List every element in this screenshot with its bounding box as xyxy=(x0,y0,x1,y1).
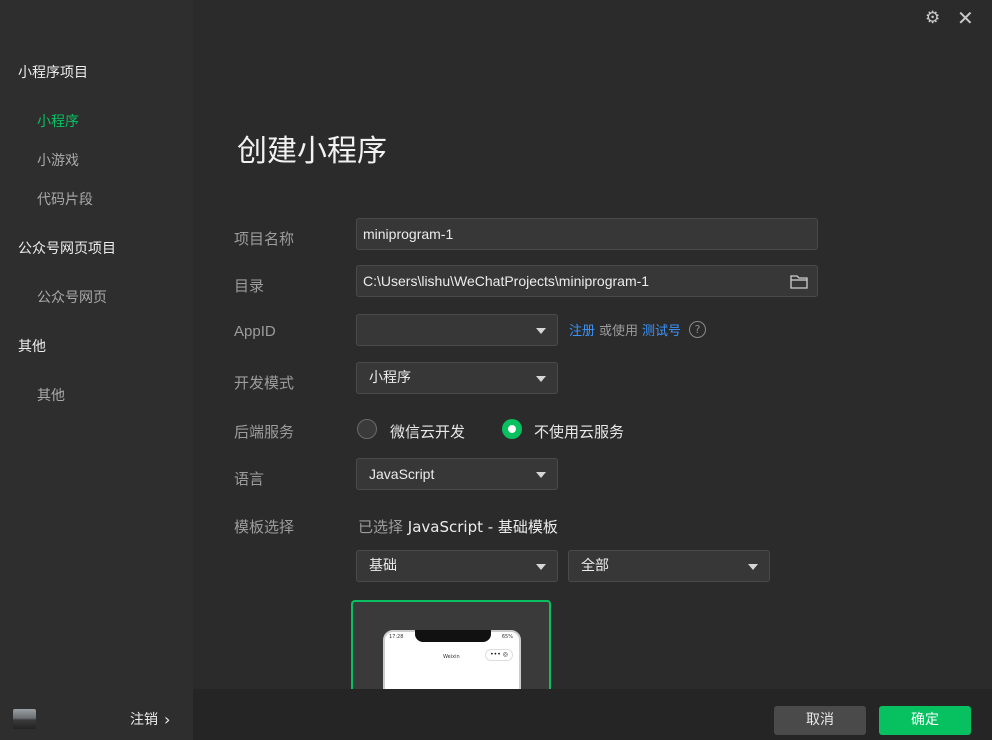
sidebar-item-other[interactable]: 其他 xyxy=(37,385,65,405)
sidebar-item-official-webpage[interactable]: 公众号网页 xyxy=(37,287,107,307)
main-panel: ⚙ ✕ 创建小程序 项目名称 miniprogram-1 目录 C:\Users… xyxy=(193,0,992,740)
chevron-down-icon xyxy=(536,564,546,570)
sidebar-group-miniprogram-projects: 小程序项目 xyxy=(18,65,88,81)
phone-battery: 65% xyxy=(501,634,513,640)
cancel-button[interactable]: 取消 xyxy=(774,706,866,735)
radio-no-cloud[interactable] xyxy=(502,419,522,439)
directory-input[interactable]: C:\Users\lishu\WeChatProjects\miniprogra… xyxy=(356,265,818,297)
settings-gear-icon[interactable]: ⚙ xyxy=(925,8,940,28)
template-selected-text: 已选择 JavaScript - 基础模板 xyxy=(358,516,558,537)
dev-mode-label: 开发模式 xyxy=(234,374,295,392)
chevron-down-icon xyxy=(536,472,546,478)
close-icon[interactable]: ✕ xyxy=(957,8,974,28)
sidebar-item-code-snippet[interactable]: 代码片段 xyxy=(37,189,93,209)
chevron-right-icon: › xyxy=(164,709,171,729)
sidebar-item-minigame[interactable]: 小游戏 xyxy=(37,150,79,170)
chevron-down-icon xyxy=(536,328,546,334)
logout-label: 注销 xyxy=(130,712,158,728)
template-filter-select[interactable]: 全部 xyxy=(568,550,770,582)
template-selected-value: JavaScript - 基础模板 xyxy=(407,518,558,536)
confirm-button[interactable]: 确定 xyxy=(879,706,971,735)
dev-mode-select[interactable]: 小程序 xyxy=(356,362,558,394)
chevron-down-icon xyxy=(536,376,546,382)
backend-label: 后端服务 xyxy=(234,423,295,441)
sidebar-group-official-account: 公众号网页项目 xyxy=(18,241,116,257)
template-category-select[interactable]: 基础 xyxy=(356,550,558,582)
template-selected-prefix: 已选择 xyxy=(358,518,404,536)
test-account-link[interactable]: 测试号 xyxy=(642,320,681,339)
sidebar: 小程序项目 小程序 小游戏 代码片段 公众号网页项目 公众号网页 其他 其他 注… xyxy=(0,0,193,740)
folder-icon[interactable] xyxy=(790,274,808,289)
chevron-down-icon xyxy=(748,564,758,570)
template-card[interactable]: 17:28 65% Weixin ••• ◎ xyxy=(351,600,551,692)
directory-value: C:\Users\lishu\WeChatProjects\miniprogra… xyxy=(363,273,650,289)
phone-title: Weixin xyxy=(443,654,460,660)
language-value: JavaScript xyxy=(369,466,435,482)
phone-time: 17:28 xyxy=(389,634,404,640)
appid-select[interactable] xyxy=(356,314,558,346)
help-icon[interactable]: ? xyxy=(689,321,707,338)
radio-wechat-cloud-label[interactable]: 微信云开发 xyxy=(390,421,465,442)
template-label: 模板选择 xyxy=(234,518,295,536)
or-use-text: 或使用 xyxy=(599,324,639,339)
project-name-input[interactable]: miniprogram-1 xyxy=(356,218,818,250)
footer-bar xyxy=(193,689,992,740)
logout-button[interactable]: 注销 › xyxy=(130,709,170,729)
template-preview-phone: 17:28 65% Weixin ••• ◎ xyxy=(383,630,521,692)
language-label: 语言 xyxy=(234,470,265,488)
radio-wechat-cloud[interactable] xyxy=(357,419,377,439)
project-name-label: 项目名称 xyxy=(234,230,295,248)
sidebar-group-other: 其他 xyxy=(18,339,46,355)
sidebar-item-miniprogram[interactable]: 小程序 xyxy=(37,111,79,131)
directory-label: 目录 xyxy=(234,277,265,295)
register-link[interactable]: 注册 xyxy=(569,320,595,339)
appid-links: 注册 或使用 测试号 ? xyxy=(569,320,707,339)
phone-notch xyxy=(415,630,491,642)
template-filter-value: 全部 xyxy=(581,558,609,574)
avatar[interactable] xyxy=(13,709,36,729)
dev-mode-value: 小程序 xyxy=(369,370,411,386)
page-title: 创建小程序 xyxy=(237,134,387,169)
language-select[interactable]: JavaScript xyxy=(356,458,558,490)
radio-no-cloud-label[interactable]: 不使用云服务 xyxy=(534,421,624,442)
template-category-value: 基础 xyxy=(369,558,397,574)
phone-capsule: ••• ◎ xyxy=(485,649,513,661)
appid-label: AppID xyxy=(234,323,276,340)
